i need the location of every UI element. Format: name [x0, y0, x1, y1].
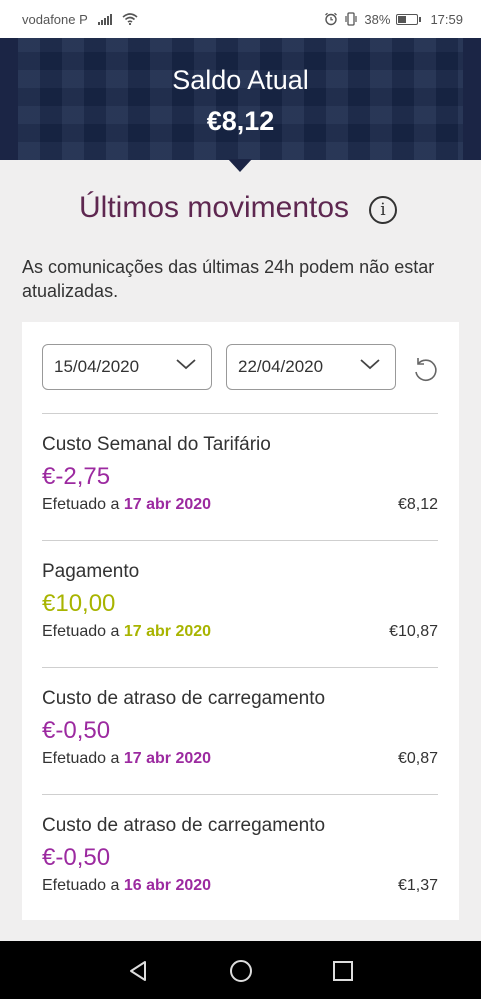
current-balance: €8,12 — [206, 106, 275, 136]
transaction-date: 17 abr 2020 — [123, 496, 212, 513]
transaction-item[interactable]: Custo de atraso de carregamento €-0,50 E… — [42, 668, 438, 794]
status-bar: vodafone P 38% 17:59 — [0, 0, 481, 38]
vibrate-icon — [345, 12, 358, 26]
wifi-icon — [122, 13, 138, 25]
transaction-name: Custo de atraso de carregamento — [42, 815, 326, 836]
transaction-balance: €0,87 — [397, 750, 438, 767]
transaction-item[interactable]: Custo Semanal do Tarifário €-2,75 Efetua… — [42, 414, 438, 540]
transaction-amount: €-2,75 — [42, 463, 111, 490]
date-from-select[interactable]: 15/04/2020 — [42, 344, 212, 390]
page-title: Últimos movimentos — [79, 191, 350, 224]
system-nav-bar — [0, 941, 481, 999]
movements-card: 15/04/2020 22/04/2020 Custo Semanal do T… — [22, 322, 459, 920]
transaction-date-row: Efetuado a 16 abr 2020 — [42, 877, 211, 895]
chevron-down-icon — [360, 359, 380, 370]
date-label: Efetuado a — [42, 750, 120, 767]
transaction-item[interactable]: Custo de atraso de carregamento €-0,50 E… — [42, 795, 438, 921]
date-from-value: 15/04/2020 — [54, 357, 140, 376]
transaction-balance: €8,12 — [397, 496, 438, 513]
transaction-date: 17 abr 2020 — [123, 750, 212, 767]
transaction-date-row: Efetuado a 17 abr 2020 — [42, 496, 211, 514]
date-label: Efetuado a — [42, 496, 120, 513]
chevron-down-icon — [176, 359, 196, 370]
transaction-date-row: Efetuado a 17 abr 2020 — [42, 750, 211, 768]
battery-percent: 38% — [364, 11, 391, 27]
balance-header: Saldo Atual €8,12 — [0, 38, 481, 160]
battery-icon — [396, 13, 422, 25]
date-label: Efetuado a — [42, 623, 120, 640]
recents-icon[interactable] — [332, 960, 354, 982]
transaction-name: Custo Semanal do Tarifário — [42, 434, 271, 455]
balance-title: Saldo Atual — [172, 65, 309, 95]
back-icon[interactable] — [127, 960, 149, 982]
transaction-name: Pagamento — [42, 561, 140, 582]
transaction-date: 17 abr 2020 — [123, 623, 212, 640]
transaction-date-row: Efetuado a 17 abr 2020 — [42, 623, 211, 641]
date-to-value: 22/04/2020 — [238, 357, 324, 376]
date-label: Efetuado a — [42, 877, 120, 894]
transaction-amount: €-0,50 — [42, 717, 111, 744]
transaction-item[interactable]: Pagamento €10,00 Efetuado a 17 abr 2020 … — [42, 541, 438, 667]
transaction-amount: €10,00 — [42, 590, 116, 617]
header-background-pattern — [18, 38, 463, 160]
alarm-icon — [325, 12, 338, 26]
transaction-name: Custo de atraso de carregamento — [42, 688, 326, 709]
date-to-select[interactable]: 22/04/2020 — [226, 344, 396, 390]
transaction-balance: €10,87 — [389, 623, 438, 640]
carrier-name: vodafone P — [22, 11, 88, 27]
update-notice: As comunicações das últimas 24h podem nã… — [22, 257, 435, 301]
signal-icon — [97, 13, 112, 25]
home-icon[interactable] — [229, 959, 253, 983]
transaction-amount: €-0,50 — [42, 844, 111, 871]
clock: 17:59 — [430, 11, 463, 27]
transaction-balance: €1,37 — [397, 877, 438, 894]
refresh-icon[interactable] — [410, 355, 440, 385]
transaction-date: 16 abr 2020 — [123, 877, 212, 894]
header-pointer — [228, 159, 252, 172]
info-icon[interactable]: i — [369, 196, 397, 224]
